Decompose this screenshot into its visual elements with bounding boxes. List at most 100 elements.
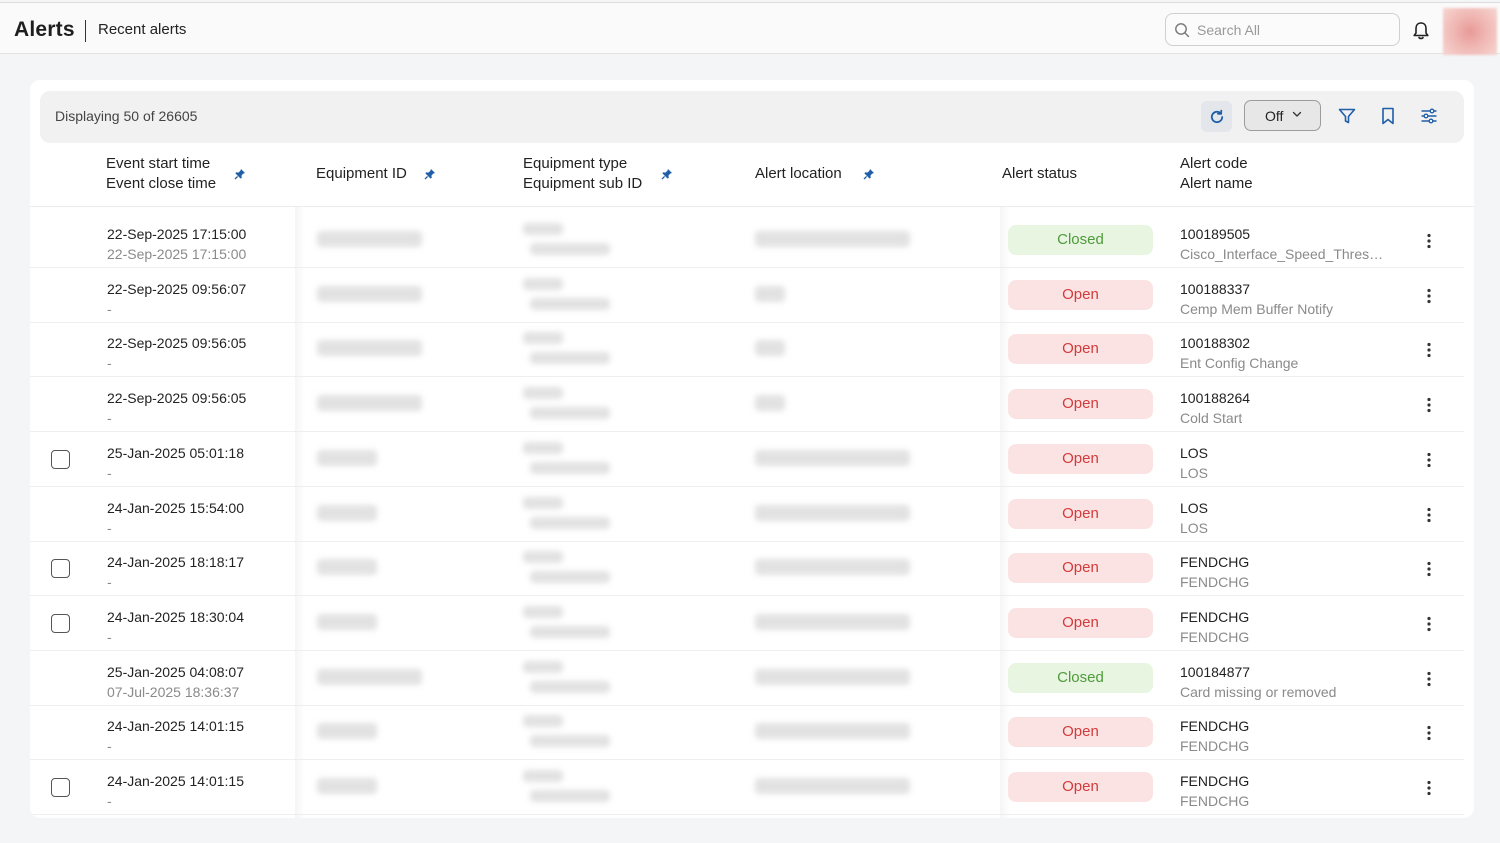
equipment-sub-redacted xyxy=(530,790,610,802)
status-badge: Closed xyxy=(1008,225,1153,255)
more-options-icon[interactable] xyxy=(1420,451,1438,469)
more-options-icon[interactable] xyxy=(1420,724,1438,742)
alert-location-redacted xyxy=(755,613,910,630)
event-start-time: 22-Sep-2025 09:56:05 xyxy=(107,335,247,352)
equipment-sub-redacted xyxy=(530,680,610,693)
pinned-shadow xyxy=(295,207,305,818)
filter-icon[interactable] xyxy=(1336,105,1358,127)
equipment-sub-redacted xyxy=(530,407,610,420)
bell-icon[interactable] xyxy=(1410,20,1432,42)
equipment-id-redacted xyxy=(317,395,422,412)
search-icon xyxy=(1175,23,1190,38)
alert-name: FENDCHG xyxy=(1180,628,1250,645)
table-row[interactable]: 24-Jan-2025 14:01:15 - Open FENDCHG FENDCHG xyxy=(30,760,1464,815)
table-row[interactable]: 24-Jan-2025 18:30:04 - Open FENDCHG FENDCHG xyxy=(30,596,1464,651)
pin-icon[interactable] xyxy=(424,168,436,180)
pin-icon[interactable] xyxy=(234,168,246,180)
table-row[interactable]: 24-Jan-2025 15:54:00 - Open LOS LOS xyxy=(30,487,1464,542)
col-header-equip-type: Equipment type xyxy=(523,155,628,172)
equipment-sub-redacted xyxy=(530,352,610,365)
col-header-alert-location[interactable]: Alert location xyxy=(755,164,842,184)
event-start-time: 22-Sep-2025 09:56:07 xyxy=(107,280,247,297)
col-header-alert-status[interactable]: Alert status xyxy=(1002,164,1077,184)
alert-name: FENDCHG xyxy=(1180,738,1250,755)
equipment-type-redacted xyxy=(523,605,563,618)
column-settings-icon[interactable] xyxy=(1418,105,1440,127)
equipment-type-redacted xyxy=(523,770,563,782)
table-row[interactable]: 22-Sep-2025 09:56:05 - Open 100188264 Cold S… xyxy=(30,377,1464,433)
event-start-time: 25-Jan-2025 04:08:07 xyxy=(107,663,244,680)
status-badge: Open xyxy=(1008,607,1153,638)
bookmark-icon[interactable] xyxy=(1377,105,1399,127)
more-options-icon[interactable] xyxy=(1420,670,1438,688)
pin-icon[interactable] xyxy=(863,168,875,180)
alert-location-redacted xyxy=(755,668,910,685)
header-divider xyxy=(30,206,1474,207)
auto-refresh-value: Off xyxy=(1265,108,1284,124)
search-box[interactable] xyxy=(1165,13,1400,46)
table-row[interactable]: 22-Sep-2025 17:15:00 22-Sep-2025 17:15:00… xyxy=(30,213,1464,268)
page-title: Alerts xyxy=(14,18,75,41)
equipment-sub-redacted xyxy=(530,571,610,584)
status-badge: Closed xyxy=(1008,662,1153,693)
alert-name: LOS xyxy=(1180,464,1209,481)
more-options-icon[interactable] xyxy=(1420,232,1438,250)
alert-location-redacted xyxy=(755,395,785,412)
col-header-equipment-id[interactable]: Equipment ID xyxy=(316,164,407,184)
record-count: Displaying 50 of 26605 xyxy=(55,108,198,124)
status-badge: Open xyxy=(1008,279,1153,310)
alert-name: Cisco_Interface_Speed_Threshold xyxy=(1180,246,1385,262)
refresh-icon xyxy=(1210,109,1223,123)
pin-icon[interactable] xyxy=(661,168,673,180)
alert-name: Ent Config Change xyxy=(1180,355,1299,372)
col-header-time[interactable]: Event start time Event close time xyxy=(106,154,216,194)
alert-location-redacted xyxy=(755,285,785,302)
table-row[interactable]: 24-Jan-2025 18:18:17 - Open FENDCHG FENDCHG xyxy=(30,541,1464,597)
alert-location-redacted xyxy=(755,340,785,357)
auto-refresh-select[interactable]: Off xyxy=(1244,100,1321,131)
col-header-equip-sub: Equipment sub ID xyxy=(523,175,643,192)
event-close-time: - xyxy=(107,410,112,427)
search-input[interactable] xyxy=(1197,20,1392,40)
alert-location-redacted xyxy=(755,723,910,740)
more-options-icon[interactable] xyxy=(1420,396,1438,414)
refresh-button[interactable] xyxy=(1201,101,1232,132)
alert-code: FENDCHG xyxy=(1180,773,1250,789)
equipment-type-redacted xyxy=(523,277,563,290)
equipment-type-redacted xyxy=(523,441,563,454)
alert-location-redacted xyxy=(755,559,910,576)
more-options-icon[interactable] xyxy=(1420,341,1438,359)
col-header-equipment-type[interactable]: Equipment type Equipment sub ID xyxy=(523,154,642,194)
event-start-time: 22-Sep-2025 17:15:00 xyxy=(107,226,247,242)
alert-name: Card missing or removed xyxy=(1180,683,1337,700)
table-row[interactable]: 25-Jan-2025 04:08:07 07-Jul-2025 18:36:37… xyxy=(30,651,1464,706)
event-start-time: 24-Jan-2025 14:01:15 xyxy=(107,773,244,789)
status-badge: Open xyxy=(1008,389,1153,420)
table-row[interactable]: 22-Sep-2025 09:56:05 - Open 100188302 Ent Co… xyxy=(30,322,1464,378)
row-checkbox[interactable] xyxy=(51,449,70,469)
alert-code: FENDCHG xyxy=(1180,608,1250,625)
row-checkbox[interactable] xyxy=(51,613,70,633)
avatar[interactable] xyxy=(1443,8,1497,55)
breadcrumb[interactable]: Recent alerts xyxy=(98,21,186,38)
table-row[interactable]: 24-Jan-2025 14:01:15 - Open FENDCHG FENDCHG xyxy=(30,705,1464,761)
status-badge: Open xyxy=(1008,334,1153,365)
equipment-id-redacted xyxy=(317,285,422,302)
alert-code: 100189505 xyxy=(1180,226,1251,242)
more-options-icon[interactable] xyxy=(1420,506,1438,524)
more-options-icon[interactable] xyxy=(1420,287,1438,305)
more-options-icon[interactable] xyxy=(1420,779,1438,797)
row-checkbox[interactable] xyxy=(51,559,70,579)
row-checkbox[interactable] xyxy=(51,778,70,797)
equipment-type-redacted xyxy=(523,715,563,728)
table-row[interactable]: 25-Jan-2025 05:01:18 - Open LOS LOS xyxy=(30,432,1464,487)
more-options-icon[interactable] xyxy=(1420,615,1438,633)
more-options-icon[interactable] xyxy=(1420,560,1438,578)
event-close-time: 07-Jul-2025 18:36:37 xyxy=(107,683,240,700)
alert-code: 100184877 xyxy=(1180,663,1251,680)
event-close-time: - xyxy=(107,464,112,481)
table-row[interactable]: 22-Sep-2025 09:56:07 - Open 100188337 Cemp M… xyxy=(30,268,1464,323)
col-header-alert-code[interactable]: Alert code Alert name xyxy=(1180,154,1253,194)
equipment-sub-redacted xyxy=(530,625,610,638)
event-close-time: - xyxy=(107,793,112,809)
